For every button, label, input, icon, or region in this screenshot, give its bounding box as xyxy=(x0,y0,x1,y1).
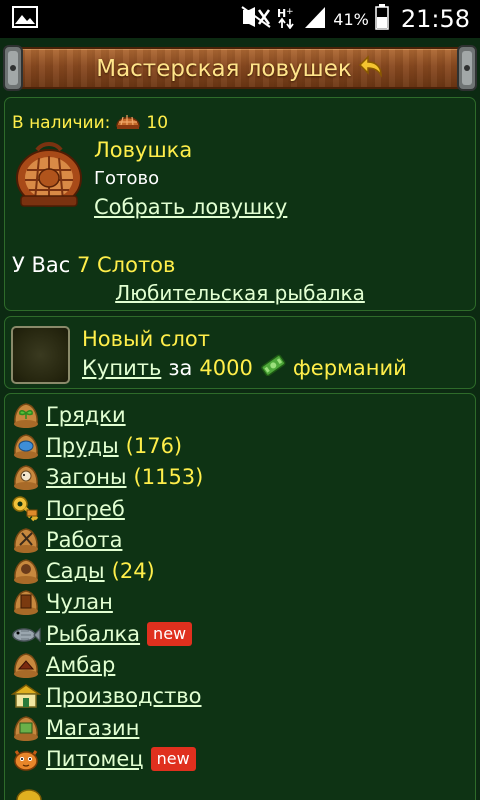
amateur-fishing-link[interactable]: Любительская рыбалка xyxy=(115,281,365,305)
menu-link-pens[interactable]: Загоны xyxy=(46,465,127,489)
trap-status: Готово xyxy=(94,168,160,189)
collect-trap-link[interactable]: Собрать ловушку xyxy=(94,195,287,219)
menu-link-shop[interactable]: Магазин xyxy=(46,716,139,740)
menu-link-gardens[interactable]: Сады xyxy=(46,559,105,583)
menu-item-beds: Грядки xyxy=(11,399,203,430)
trap-name: Ловушка xyxy=(94,138,193,162)
empty-slot-image xyxy=(11,326,70,384)
menu-item-cellar: Погреб xyxy=(11,493,203,524)
menu-item-production: Производство xyxy=(11,681,203,712)
menu-count-gardens: (24) xyxy=(111,559,155,584)
slots-value: 7 Слотов xyxy=(76,253,176,277)
buy-slot-line: Купить за 4000 ферманий xyxy=(82,354,407,381)
menu-item-work: Работа xyxy=(11,524,203,555)
fish-icon xyxy=(12,627,41,643)
slots-line: У Вас 7 Слотов xyxy=(12,253,175,277)
title-banner: Мастерская ловушек xyxy=(0,38,480,94)
new-slot-title: Новый слот xyxy=(82,327,210,351)
new-slot-panel: Новый слот Купить за 4000 ферманий xyxy=(4,316,476,389)
new-badge: new xyxy=(147,621,193,646)
menu-item-fishing: Рыбалка new xyxy=(11,618,203,649)
page-title-text: Мастерская ловушек xyxy=(96,56,352,82)
image-notification-icon xyxy=(12,6,38,32)
money-icon xyxy=(260,354,286,381)
pet-icon xyxy=(14,750,38,771)
shop-icon xyxy=(14,715,38,741)
sprout-icon xyxy=(14,402,38,428)
mute-icon xyxy=(241,6,271,32)
menu-link-ponds[interactable]: Пруды xyxy=(46,434,119,458)
trap-icon xyxy=(16,142,82,207)
currency-label: ферманий xyxy=(292,355,407,380)
data-signal-icon: H + xyxy=(277,5,297,33)
menu-count-ponds: (176) xyxy=(125,433,183,458)
amateur-fishing-link-row: Любительская рыбалка xyxy=(5,281,475,305)
menu-item-shop: Магазин xyxy=(11,712,203,743)
stock-line: В наличии: 10 xyxy=(12,110,168,135)
navigation-panel: Грядки Пруды (176) Загоны (1153) Погреб … xyxy=(4,393,476,800)
battery-percent: 41% xyxy=(333,9,369,29)
menu-item-barn: Амбар xyxy=(11,649,203,680)
menu-link-closet[interactable]: Чулан xyxy=(46,590,113,614)
status-time: 21:58 xyxy=(400,5,470,33)
trap-small-icon xyxy=(115,110,141,135)
menu-item-ponds: Пруды (176) xyxy=(11,430,203,461)
stock-label: В наличии: xyxy=(12,112,111,133)
trap-panel: В наличии: 10 Ловушка Готово Собрать лов… xyxy=(4,97,476,311)
menu-link-pet[interactable]: Питомец xyxy=(46,747,144,771)
slots-prefix: У Вас xyxy=(12,253,71,277)
buy-slot-link[interactable]: Купить xyxy=(82,356,161,380)
menu-link-barn[interactable]: Амбар xyxy=(46,653,115,677)
price-prefix: за xyxy=(168,355,193,380)
svg-text:+: + xyxy=(286,7,294,17)
stock-count: 10 xyxy=(146,112,169,133)
garden-icon xyxy=(14,559,38,585)
pond-icon xyxy=(14,434,38,459)
menu-link-work[interactable]: Работа xyxy=(46,528,122,552)
new-badge: new xyxy=(150,746,196,771)
work-icon xyxy=(14,528,38,553)
navigation-menu: Грядки Пруды (176) Загоны (1153) Погреб … xyxy=(11,399,203,775)
menu-item-closet: Чулан xyxy=(11,587,203,618)
menu-link-fishing[interactable]: Рыбалка xyxy=(46,622,140,646)
menu-link-cellar[interactable]: Погреб xyxy=(46,497,125,521)
menu-item-pet: Питомец new xyxy=(11,743,203,774)
menu-count-pens: (1153) xyxy=(133,465,204,490)
pen-icon xyxy=(14,465,38,491)
battery-icon xyxy=(375,4,389,34)
menu-item-gardens: Сады (24) xyxy=(11,555,203,586)
partial-coin-icon xyxy=(16,789,42,800)
menu-item-pens: Загоны (1153) xyxy=(11,462,203,493)
slot-price: 4000 xyxy=(199,355,253,380)
closet-icon xyxy=(14,590,38,616)
back-arrow-icon[interactable] xyxy=(358,54,384,84)
factory-icon xyxy=(11,684,41,709)
key-icon xyxy=(12,495,39,521)
menu-link-production[interactable]: Производство xyxy=(46,684,202,708)
signal-bars-icon xyxy=(303,5,327,33)
barn-icon xyxy=(14,653,38,679)
page-title: Мастерская ловушек xyxy=(0,54,480,84)
status-bar: H + 41% 21:58 xyxy=(0,0,480,38)
menu-link-beds[interactable]: Грядки xyxy=(46,403,126,427)
